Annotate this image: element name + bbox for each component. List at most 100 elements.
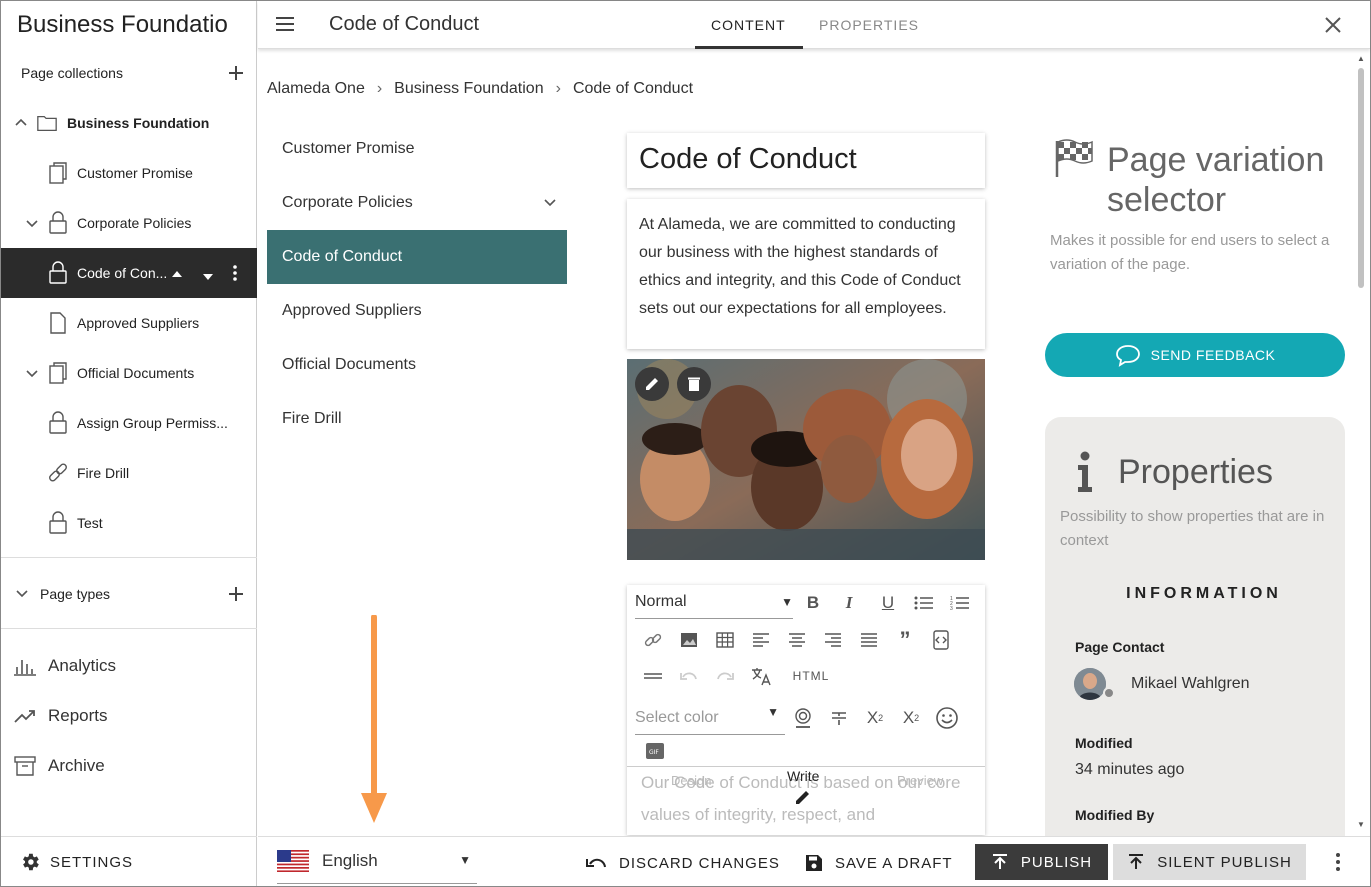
link-icon[interactable] [640,627,666,653]
tree-item-customer-promise[interactable]: Customer Promise [1,148,257,198]
tree-item-assign-group-permissions[interactable]: Assign Group Permiss... [1,398,257,448]
chevron-down-icon[interactable] [543,195,557,212]
bold-icon[interactable]: B [800,590,826,616]
lock-icon [47,261,69,285]
language-select[interactable]: English ▼ [277,839,477,884]
scroll-thumb[interactable] [1358,68,1364,288]
avatar[interactable] [1074,668,1106,700]
save-icon [806,855,822,871]
nav-analytics[interactable]: Analytics [1,646,257,686]
move-down-icon[interactable] [202,269,214,285]
scroll-down-icon[interactable]: ▼ [1357,820,1365,829]
color-placeholder: Select color [635,709,719,726]
undo-icon [586,858,606,868]
color-select[interactable]: Select color ▼ [635,705,785,735]
page-nav-customer-promise[interactable]: Customer Promise [267,122,567,176]
rich-text-editor: Normal ▼ B I U 123 ” HTML Select color ▼… [627,585,985,835]
align-justify-icon[interactable] [856,627,882,653]
chevron-up-icon[interactable] [13,115,29,131]
underline-icon[interactable]: U [875,590,901,616]
delete-image-button[interactable] [677,367,711,401]
quote-icon[interactable]: ” [892,627,918,653]
hero-image[interactable] [627,359,985,560]
page-nav-fire-drill[interactable]: Fire Drill [267,392,567,446]
breadcrumb: Alameda One › Business Foundation › Code… [267,80,693,98]
chevron-down-icon[interactable] [24,365,40,381]
strikethrough-icon[interactable] [826,705,852,731]
emoji-icon[interactable] [934,705,960,731]
align-right-icon[interactable] [820,627,846,653]
close-icon[interactable] [1324,13,1342,41]
send-feedback-label: SEND FEEDBACK [1150,347,1276,363]
numbered-list-icon[interactable]: 123 [947,590,973,616]
add-collection-icon[interactable] [229,66,243,80]
editor-body[interactable]: Design Preview Our Code of Conduct is ba… [627,766,985,835]
highlight-icon[interactable] [790,705,816,731]
intro-textarea[interactable]: At Alameda, we are committed to conducti… [627,199,985,349]
gear-icon [19,851,41,877]
html-button[interactable]: HTML [791,663,831,689]
scrollbar[interactable]: ▲ ▼ [1357,54,1365,833]
tab-properties[interactable]: PROPERTIES [819,17,919,33]
edit-image-button[interactable] [635,367,669,401]
discard-changes-button[interactable]: DISCARD CHANGES [585,847,780,879]
discard-label: DISCARD CHANGES [619,854,780,872]
image-icon[interactable] [676,627,702,653]
caret-down-icon: ▼ [459,853,471,867]
translate-icon[interactable] [748,663,774,689]
chevron-right-icon: › [376,80,383,97]
superscript-icon[interactable]: X2 [898,705,924,731]
write-tab[interactable]: Write [787,768,819,784]
silent-publish-button[interactable]: SILENT PUBLISH [1113,844,1306,880]
horizontal-rule-icon[interactable] [640,663,666,689]
breadcrumb-item[interactable]: Business Foundation [394,80,543,98]
tree-item-code-of-conduct[interactable]: Code of Con... [1,248,257,298]
chevron-down-icon[interactable] [24,215,40,231]
settings-button[interactable]: SETTINGS [1,836,257,887]
undo-icon[interactable] [676,663,702,689]
tab-content[interactable]: CONTENT [711,17,786,33]
add-page-type-icon[interactable] [229,587,243,601]
tree-item-corporate-policies[interactable]: Corporate Policies [1,198,257,248]
gif-icon[interactable]: GIF [642,738,668,764]
nav-reports[interactable]: Reports [1,696,257,736]
svg-text:3: 3 [950,606,953,611]
us-flag-icon [277,850,309,872]
bullet-list-icon[interactable] [911,590,937,616]
tree-item-test[interactable]: Test [1,498,257,548]
page-nav-approved-suppliers[interactable]: Approved Suppliers [267,284,567,338]
tree-item-official-documents[interactable]: Official Documents [1,348,257,398]
align-left-icon[interactable] [748,627,774,653]
more-options-icon[interactable] [233,265,237,281]
divider [1,557,257,558]
page-nav-code-of-conduct[interactable]: Code of Conduct [267,230,567,284]
tree-item-business-foundation[interactable]: Business Foundation [1,98,257,148]
scroll-up-icon[interactable]: ▲ [1357,54,1365,63]
more-options-icon[interactable] [1336,853,1340,871]
menu-icon[interactable] [276,17,294,31]
page-title-input[interactable]: Code of Conduct [627,133,985,188]
chevron-down-icon[interactable] [15,586,29,603]
subscript-icon[interactable]: X2 [862,705,888,731]
tree-item-approved-suppliers[interactable]: Approved Suppliers [1,298,257,348]
redo-icon[interactable] [712,663,738,689]
send-feedback-button[interactable]: SEND FEEDBACK [1045,333,1345,377]
italic-icon[interactable]: I [836,590,862,616]
page-contact-name[interactable]: Mikael Wahlgren [1131,675,1250,693]
page-nav-corporate-policies[interactable]: Corporate Policies [267,176,567,230]
page-collections-header[interactable]: Page collections [1,58,257,88]
breadcrumb-item[interactable]: Alameda One [267,80,365,98]
nav-archive[interactable]: Archive [1,746,257,786]
properties-card: Properties Possibility to show propertie… [1045,417,1345,837]
save-draft-button[interactable]: SAVE A DRAFT [805,847,953,879]
tree-item-fire-drill[interactable]: Fire Drill [1,448,257,498]
move-up-icon[interactable] [171,266,183,282]
align-center-icon[interactable] [784,627,810,653]
page-types-header[interactable]: Page types [1,579,257,609]
code-block-icon[interactable] [928,627,954,653]
format-select[interactable]: Normal ▼ [635,593,793,619]
publish-button[interactable]: PUBLISH [975,844,1108,880]
page-nav-official-documents[interactable]: Official Documents [267,338,567,392]
table-icon[interactable] [712,627,738,653]
tree-item-label: Assign Group Permiss... [77,415,228,431]
